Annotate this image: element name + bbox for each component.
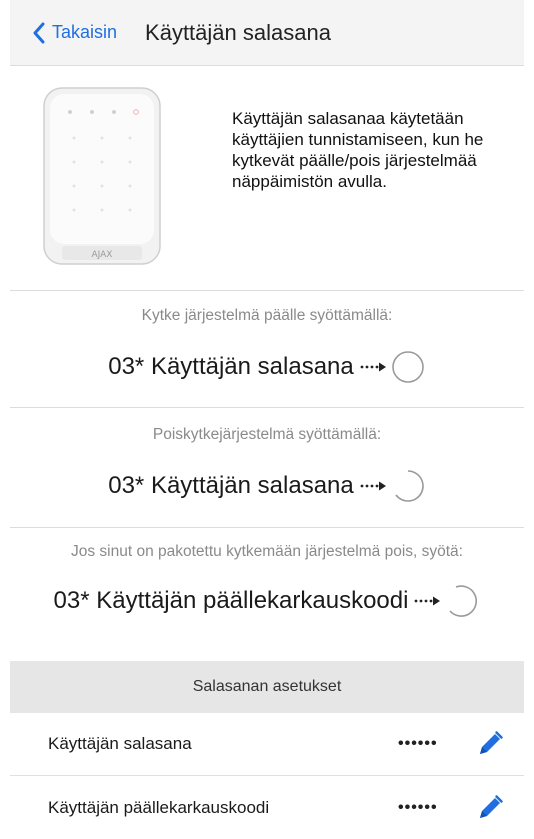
disarm-code: 03* Käyttäjän salasana [108, 472, 354, 499]
back-button[interactable]: Takaisin [32, 22, 117, 44]
loading-circle-icon [391, 351, 424, 383]
duress-code-line: 03* Käyttäjän päällekarkauskoodi [10, 583, 524, 619]
loading-circle-icon [395, 470, 424, 502]
page-title: Käyttäjän salasana [145, 19, 331, 45]
pencil-icon[interactable] [476, 794, 504, 822]
intro-section: AJAX Käyttäjän salasanaa käytetään käytt… [10, 66, 524, 291]
intro-description: Käyttäjän salasanaa käytetään käyttäjien… [232, 109, 484, 191]
loading-circle-icon [449, 585, 478, 617]
user-duress-code-label: Käyttäjän päällekarkauskoodi [48, 797, 270, 817]
user-duress-code-value: •••••• [398, 798, 438, 816]
dotted-arrow-icon [415, 596, 441, 606]
arm-code-line: 03* Käyttäjän salasana [10, 349, 524, 385]
arm-section: Kytke järjestelmä päälle syöttämällä: 03… [10, 292, 524, 408]
nav-bar: Takaisin Käyttäjän salasana [10, 0, 524, 66]
user-password-row[interactable]: Käyttäjän salasana •••••• [10, 713, 524, 776]
dotted-arrow-icon [360, 362, 386, 372]
disarm-section: Poiskytkejärjestelmä syöttämällä: 03* Kä… [10, 409, 524, 528]
arm-caption: Kytke järjestelmä päälle syöttämällä: [141, 307, 393, 324]
user-password-value: •••••• [398, 735, 438, 752]
user-password-label: Käyttäjän salasana [48, 734, 192, 753]
dotted-arrow-icon [360, 481, 386, 491]
pencil-icon[interactable] [476, 730, 504, 758]
user-duress-code-row[interactable]: Käyttäjän päällekarkauskoodi •••••• [10, 776, 524, 839]
duress-section: Jos sinut on pakotettu kytkemään järjest… [10, 528, 524, 661]
duress-code: 03* Käyttäjän päällekarkauskoodi [53, 587, 409, 614]
disarm-code-line: 03* Käyttäjän salasana [10, 468, 524, 504]
settings-section-header: Salasanan asetukset [10, 661, 524, 713]
disarm-caption: Poiskytkejärjestelmä syöttämällä: [152, 426, 382, 443]
back-label: Takaisin [52, 22, 118, 42]
duress-caption: Jos sinut on pakotettu kytkemään järjest… [70, 543, 463, 560]
arm-code: 03* Käyttäjän salasana [108, 353, 354, 380]
chevron-left-icon [33, 22, 45, 43]
keypad-device-image: AJAX [43, 87, 161, 265]
device-brand-text: AJAX [92, 250, 113, 260]
